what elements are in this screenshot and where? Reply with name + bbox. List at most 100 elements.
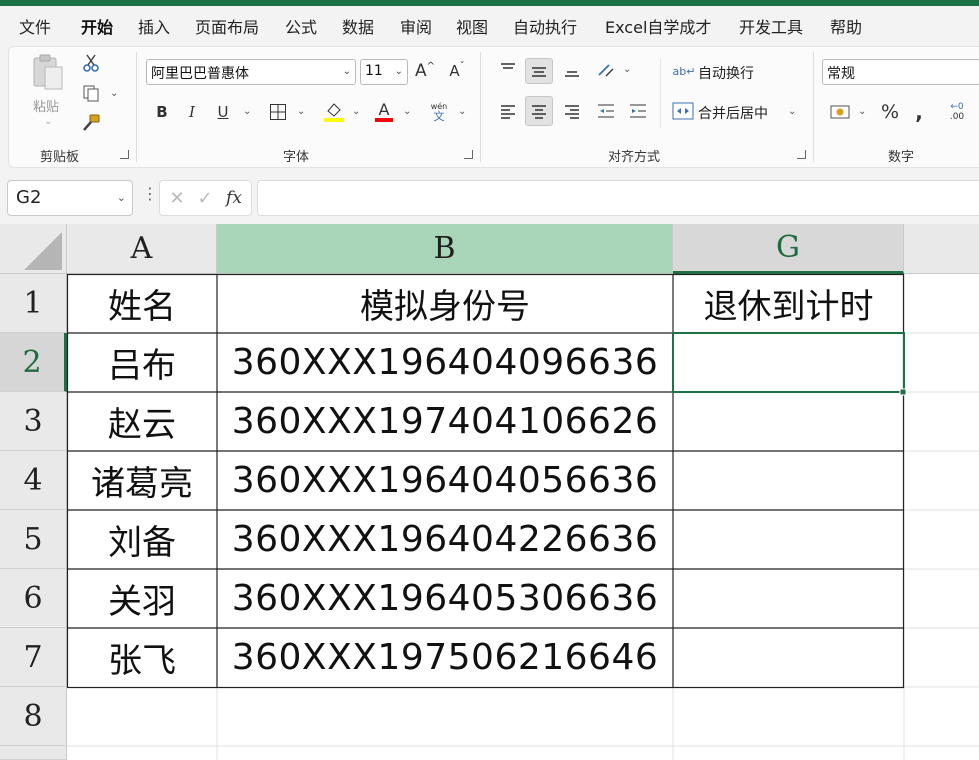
- increase-font-size-icon[interactable]: A ^: [414, 59, 436, 83]
- cell-a4[interactable]: 诸葛亮: [67, 451, 217, 510]
- increase-indent-icon[interactable]: [626, 98, 650, 124]
- percent-style-icon[interactable]: %: [878, 100, 902, 124]
- number-group-label: 数字: [888, 150, 915, 165]
- fill-color-dropdown-icon[interactable]: ⌄: [352, 106, 360, 117]
- tab-review[interactable]: 审阅: [400, 14, 432, 38]
- orientation-icon[interactable]: [594, 58, 618, 82]
- cancel-icon[interactable]: ✕: [166, 187, 188, 209]
- decrease-indent-icon[interactable]: [594, 98, 618, 124]
- decrease-font-size-icon[interactable]: Aˇ: [446, 59, 468, 83]
- wrap-text-button[interactable]: 自动换行: [698, 63, 754, 83]
- cell-a5[interactable]: 刘备: [67, 510, 217, 569]
- align-bottom-icon[interactable]: [560, 58, 584, 82]
- tab-file[interactable]: 文件: [19, 14, 51, 38]
- ribbon: 粘贴 ⌄ ⌄ 剪贴板 阿里巴巴普惠体 ⌄ 11 ⌄ A^ Aˇ B I U ⌄: [0, 44, 979, 170]
- paste-label[interactable]: 粘贴: [33, 96, 59, 115]
- accounting-dropdown-icon[interactable]: ⌄: [858, 106, 866, 117]
- cell-b4[interactable]: 360XXX196404056636: [217, 451, 673, 510]
- paste-icon[interactable]: [30, 52, 66, 94]
- cell-b5[interactable]: 360XXX196404226636: [217, 510, 673, 569]
- confirm-icon[interactable]: ✓: [194, 187, 216, 209]
- merge-center-button[interactable]: 合并后居中: [698, 103, 768, 123]
- cell-g5[interactable]: [673, 510, 904, 569]
- merge-center-dropdown-icon[interactable]: ⌄: [788, 106, 796, 117]
- cell-g2[interactable]: [673, 333, 904, 392]
- tab-home[interactable]: 开始: [81, 14, 113, 38]
- tab-help[interactable]: 帮助: [830, 14, 862, 38]
- tab-data[interactable]: 数据: [342, 14, 374, 38]
- copy-icon[interactable]: [80, 82, 102, 104]
- formula-input[interactable]: [257, 180, 979, 216]
- underline-dropdown-icon[interactable]: ⌄: [243, 106, 251, 117]
- tab-insert[interactable]: 插入: [138, 14, 170, 38]
- format-painter-icon[interactable]: [80, 112, 102, 134]
- cell-b3[interactable]: 360XXX197404106626: [217, 392, 673, 451]
- bold-button[interactable]: B: [151, 100, 173, 124]
- align-center-icon[interactable]: [525, 96, 553, 126]
- fill-color-icon[interactable]: [322, 98, 346, 124]
- accounting-format-icon[interactable]: [828, 100, 852, 124]
- svg-text:A: A: [379, 100, 390, 119]
- italic-button[interactable]: I: [181, 100, 203, 124]
- tab-view[interactable]: 视图: [456, 14, 488, 38]
- group-divider: [136, 52, 137, 162]
- align-right-icon[interactable]: [560, 98, 584, 124]
- borders-icon[interactable]: [266, 100, 290, 124]
- font-size-select[interactable]: 11 ⌄: [360, 59, 408, 85]
- cut-icon[interactable]: [80, 52, 102, 74]
- cell-b1[interactable]: 模拟身份号: [217, 274, 673, 333]
- number-format-select[interactable]: 常规: [822, 59, 979, 85]
- font-color-dropdown-icon[interactable]: ⌄: [403, 106, 411, 117]
- borders-dropdown-icon[interactable]: ⌄: [297, 106, 305, 117]
- cell-g7[interactable]: [673, 628, 904, 687]
- cell-b6[interactable]: 360XXX196405306636: [217, 569, 673, 628]
- more-options-icon[interactable]: ⋮: [142, 184, 158, 203]
- phonetic-bottom-label: 文: [433, 109, 445, 123]
- merge-center-icon[interactable]: [671, 100, 695, 122]
- tab-page-layout[interactable]: 页面布局: [195, 14, 259, 38]
- comma-style-icon[interactable]: ,: [910, 100, 928, 124]
- align-middle-icon[interactable]: [525, 58, 553, 84]
- cell-g3[interactable]: [673, 392, 904, 451]
- cell-a1[interactable]: 姓名: [67, 274, 217, 333]
- subgroup-divider: [660, 58, 661, 128]
- cell-b7[interactable]: 360XXX197506216646: [217, 628, 673, 687]
- paste-dropdown-icon[interactable]: ⌄: [44, 116, 52, 127]
- tab-formulas[interactable]: 公式: [285, 14, 317, 38]
- wrap-text-icon[interactable]: ab↵: [673, 60, 696, 82]
- cell-g6[interactable]: [673, 569, 904, 628]
- cell-a3[interactable]: 赵云: [67, 392, 217, 451]
- increase-decimal-icon[interactable]: ←0.00: [942, 98, 972, 126]
- cell-b2[interactable]: 360XXX196404096636: [217, 333, 673, 392]
- font-name-value: 阿里巴巴普惠体: [151, 66, 249, 82]
- formula-bar: G2 ⌄ ⋮ ✕ ✓ fx: [0, 170, 979, 224]
- align-top-icon[interactable]: [496, 58, 520, 82]
- ribbon-tabs: 文件 开始 插入 页面布局 公式 数据 审阅 视图 自动执行 Excel自学成才…: [0, 6, 979, 47]
- group-divider: [480, 52, 481, 162]
- tab-automate[interactable]: 自动执行: [513, 14, 577, 38]
- chevron-down-icon: ⌄: [394, 66, 403, 77]
- clipboard-group-label: 剪贴板: [40, 150, 80, 165]
- chevron-down-icon: ⌄: [116, 191, 126, 204]
- phonetic-dropdown-icon[interactable]: ⌄: [458, 106, 466, 117]
- cell-g4[interactable]: [673, 451, 904, 510]
- cell-g1[interactable]: 退休到计时: [673, 274, 904, 333]
- align-left-icon[interactable]: [496, 98, 520, 124]
- font-color-icon[interactable]: A: [373, 98, 395, 124]
- insert-function-icon[interactable]: fx: [222, 186, 246, 210]
- cell-a7[interactable]: 张飞: [67, 628, 217, 687]
- font-launcher-icon[interactable]: [464, 150, 473, 159]
- underline-button[interactable]: U: [212, 100, 234, 124]
- tab-excel-learning[interactable]: Excel自学成才: [605, 14, 711, 38]
- orientation-dropdown-icon[interactable]: ⌄: [623, 64, 631, 75]
- phonetic-guide-icon[interactable]: wén 文: [426, 98, 452, 126]
- clipboard-launcher-icon[interactable]: [120, 150, 129, 159]
- copy-dropdown-icon[interactable]: ⌄: [110, 88, 118, 99]
- cell-a2[interactable]: 吕布: [67, 333, 217, 392]
- fill-color-swatch: [324, 118, 344, 122]
- cell-a6[interactable]: 关羽: [67, 569, 217, 628]
- font-name-select[interactable]: 阿里巴巴普惠体 ⌄: [146, 59, 356, 85]
- name-box[interactable]: G2 ⌄: [7, 180, 133, 216]
- alignment-launcher-icon[interactable]: [797, 150, 806, 159]
- tab-developer[interactable]: 开发工具: [739, 14, 803, 38]
